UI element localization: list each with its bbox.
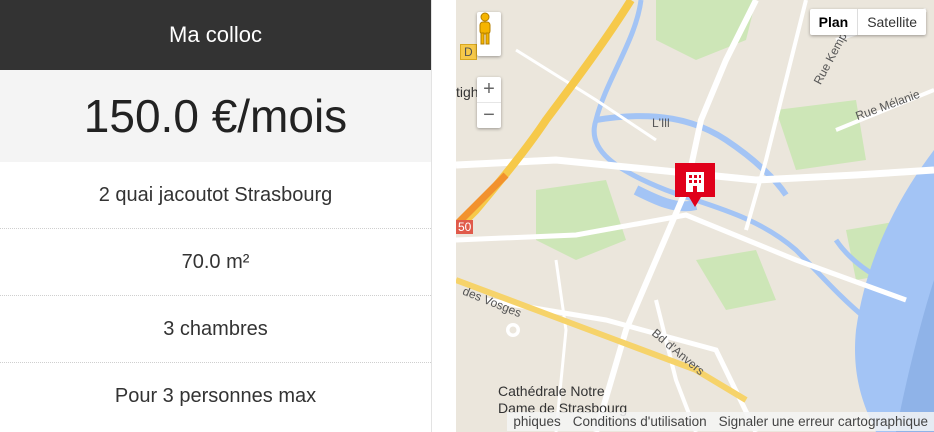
zoom-in-button[interactable]: + [477, 77, 501, 102]
map-type-satellite-button[interactable]: Satellite [858, 9, 926, 35]
road-shield-50: 50 [456, 220, 474, 234]
pegman-control[interactable] [477, 12, 501, 56]
map-view[interactable]: tigheim L'Ill Rue Kempf Rue Mélanie des … [456, 0, 934, 432]
terms-link[interactable]: Conditions d'utilisation [566, 412, 713, 431]
zoom-control: + − [477, 77, 501, 128]
pegman-icon [479, 12, 491, 45]
map-footer: phiques Conditions d'utilisation Signale… [456, 411, 934, 432]
building-marker-icon [675, 163, 715, 207]
listing-rooms: 3 chambres [0, 296, 431, 363]
report-error-link[interactable]: Signaler une erreur cartographique [712, 412, 934, 431]
listing-card: Ma colloc 150.0 €/mois 2 quai jacoutot S… [0, 0, 432, 432]
listing-marker[interactable] [675, 163, 715, 207]
map-type-plan-button[interactable]: Plan [810, 9, 859, 35]
zoom-out-button[interactable]: − [477, 103, 501, 128]
road-shield-d: D [460, 44, 477, 60]
map-type-control: Plan Satellite [809, 9, 926, 35]
poi-label-cathedral-line-1: Cathédrale Notre [498, 383, 605, 399]
listing-address: 2 quai jacoutot Strasbourg [0, 162, 431, 229]
listing-area: 70.0 m² [0, 229, 431, 296]
map-data-credit: phiques [507, 412, 567, 431]
listing-price: 150.0 €/mois [0, 70, 431, 162]
listing-capacity: Pour 3 personnes max [114, 385, 317, 407]
listing-title: Ma colloc [0, 0, 431, 70]
river-label-ill: L'Ill [652, 116, 670, 130]
